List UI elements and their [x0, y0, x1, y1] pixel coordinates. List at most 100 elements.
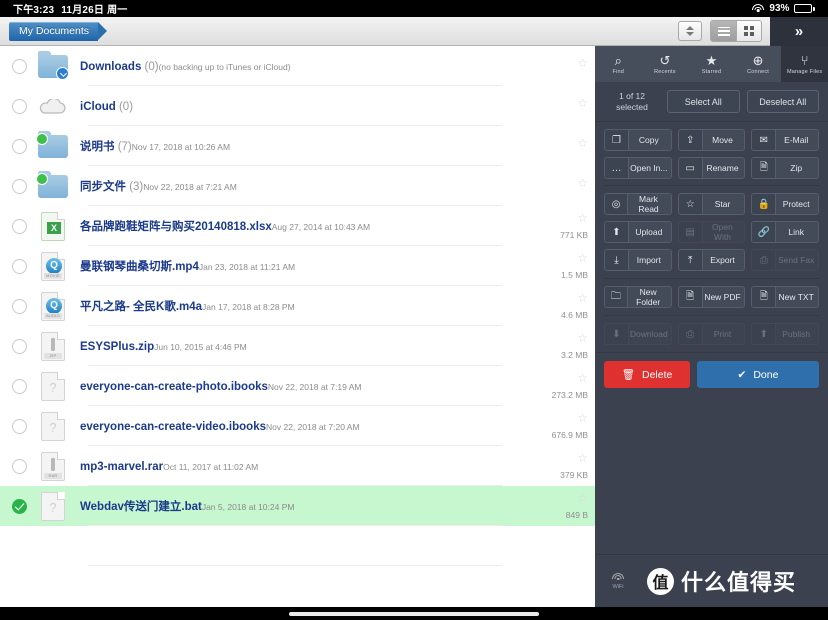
print-button: ⎙ Print	[677, 323, 746, 345]
table-row[interactable]: 说明书 (7)Nov 17, 2018 at 10:26 AM ☆	[0, 126, 595, 166]
status-bar-left: 下午3:23 11月26日 周一	[13, 1, 128, 16]
publish-button: ⬆ Publish	[751, 323, 820, 345]
tab-label: Find	[612, 68, 625, 75]
row-checkbox[interactable]	[12, 178, 27, 194]
table-row[interactable]: 同步文件 (3)Nov 22, 2018 at 7:21 AM ☆	[0, 166, 595, 206]
link-button[interactable]: 🔗 Link	[751, 221, 820, 243]
row-checkbox[interactable]	[12, 338, 27, 354]
table-row[interactable]: Downloads (0)(no backing up to iTunes or…	[0, 46, 595, 86]
table-row[interactable]: ? everyone-can-create-photo.ibooksNov 22,…	[0, 366, 595, 406]
rar-icon: RAR	[41, 452, 65, 481]
action-row: ⬆ Upload ▤ Open With 🔗 Link	[604, 221, 820, 243]
file-icon	[36, 89, 70, 123]
zip-icon: 🗎	[752, 158, 777, 178]
file-icon: ?	[36, 489, 70, 523]
star-icon[interactable]: ☆	[577, 97, 588, 109]
row-checkbox[interactable]	[12, 58, 27, 74]
table-row[interactable]: iCloud (0) ☆	[0, 86, 595, 126]
star-icon[interactable]: ☆	[577, 372, 588, 384]
list-view-icon[interactable]	[711, 21, 736, 41]
mail-icon: ✉	[752, 130, 777, 150]
tab-recents[interactable]: ↺ Recents	[642, 46, 689, 82]
trash-icon: 🗑	[621, 369, 635, 381]
star-icon[interactable]: ☆	[577, 412, 588, 424]
panel-tab-bar[interactable]: ⌕ Find ↺ Recents ★ Starred ⊕ Connect ⑂ Manage Fil…	[595, 46, 828, 82]
wifi-status[interactable]: WiFi	[595, 572, 641, 590]
tab-starred[interactable]: ★ Starred	[688, 46, 735, 82]
download-icon: ⬇	[605, 324, 629, 344]
sort-stepper-icon[interactable]	[678, 21, 702, 41]
new-txt-button[interactable]: 🗎 New TXT	[751, 286, 820, 308]
table-row[interactable]: ? everyone-can-create-video.ibooksNov 22,…	[0, 406, 595, 446]
table-row[interactable]: RAR mp3-marvel.rarOct 11, 2017 at 11:02 A…	[0, 446, 595, 486]
star-icon[interactable]: ☆	[577, 212, 588, 224]
row-checkbox[interactable]	[12, 458, 27, 474]
top-toolbar: My Documents »	[0, 16, 828, 46]
action-label: Copy	[638, 135, 659, 145]
row-checkbox[interactable]	[12, 98, 27, 114]
protect-button[interactable]: 🔒 Protect	[751, 193, 820, 215]
mark-read-button[interactable]: ◎ Mark Read	[604, 193, 672, 215]
star-icon[interactable]: ☆	[577, 137, 588, 149]
cloud-icon	[38, 99, 66, 114]
import-button[interactable]: ⤓ Import	[604, 249, 672, 271]
select-all-button[interactable]: Select All	[667, 90, 740, 113]
zip-button[interactable]: 🗎 Zip	[751, 157, 820, 179]
star-button[interactable]: ☆ Star	[677, 193, 746, 215]
upload-button[interactable]: ⬆ Upload	[604, 221, 672, 243]
table-row[interactable]: MOVIE 曼联钢琴曲桑切斯.mp4Jan 23, 2018 at 11:21 A…	[0, 246, 595, 286]
star-icon[interactable]: ☆	[577, 252, 588, 264]
file-icon	[36, 49, 70, 83]
table-row[interactable]: ZIP ESYSPlus.zipJun 10, 2015 at 4:46 PM ☆ 3…	[0, 326, 595, 366]
action-group: ❐ Copy ⇪ Move ✉ E-Mail … Open In... ▭ Rename 🗎 Zip	[604, 129, 820, 179]
link-icon: 🔗	[752, 222, 777, 242]
tools-icon: ⑂	[800, 52, 809, 68]
delete-button[interactable]: 🗑 Delete	[604, 361, 690, 388]
row-checkbox[interactable]	[12, 298, 27, 314]
file-subtitle: Jun 10, 2015 at 4:46 PM	[154, 342, 247, 352]
table-row[interactable]: ? Webdav传送门建立.batJan 5, 2018 at 10:24 PM ☆…	[0, 486, 595, 526]
top-toolbar-right: »	[678, 16, 828, 46]
grid-view-icon[interactable]	[736, 21, 761, 41]
file-text: ESYSPlus.zipJun 10, 2015 at 4:46 PM	[80, 337, 503, 355]
star-icon[interactable]: ☆	[577, 332, 588, 344]
star-icon[interactable]: ☆	[577, 57, 588, 69]
file-list[interactable]: Downloads (0)(no backing up to iTunes or…	[0, 46, 595, 607]
file-name: 曼联钢琴曲桑切斯.mp4	[80, 261, 199, 273]
view-mode-segmented-control[interactable]	[710, 20, 762, 42]
e-mail-button[interactable]: ✉ E-Mail	[751, 129, 820, 151]
table-row[interactable]: 各品牌跑鞋矩阵与购买20140818.xlsxAug 27, 2014 at 1…	[0, 206, 595, 246]
move-button[interactable]: ⇪ Move	[677, 129, 746, 151]
export-button[interactable]: ⤒ Export	[677, 249, 746, 271]
breadcrumb-my-documents[interactable]: My Documents	[9, 21, 108, 41]
row-checkbox[interactable]	[12, 378, 27, 394]
tab-find[interactable]: ⌕ Find	[595, 46, 642, 82]
star-icon[interactable]: ☆	[577, 177, 588, 189]
new-pdf-button[interactable]: 🗎 New PDF	[677, 286, 746, 308]
new-folder-button[interactable]: 🗀 New Folder	[604, 286, 672, 308]
done-button[interactable]: ✔ Done	[697, 361, 819, 388]
status-bar-right: 93%	[752, 3, 815, 14]
open-in-button[interactable]: … Open In...	[604, 157, 672, 179]
file-subtitle: Jan 5, 2018 at 10:24 PM	[201, 502, 295, 512]
tab-connect[interactable]: ⊕ Connect	[735, 46, 782, 82]
file-text: 曼联钢琴曲桑切斯.mp4Jan 23, 2018 at 11:21 AM	[80, 257, 503, 275]
row-checkbox[interactable]	[12, 258, 27, 274]
row-right: ☆ 849 B	[503, 492, 595, 520]
file-subtitle: Nov 22, 2018 at 7:19 AM	[267, 382, 362, 392]
row-checkbox[interactable]	[12, 138, 27, 154]
copy-button[interactable]: ❐ Copy	[604, 129, 672, 151]
app-root: 下午3:23 11月26日 周一 93% My Documents » Down…	[0, 0, 828, 620]
row-checkbox[interactable]	[12, 418, 27, 434]
table-row[interactable]: AUDIO 平凡之路- 全民K歌.m4aJan 17, 2018 at 8:28 …	[0, 286, 595, 326]
row-checkbox[interactable]	[12, 498, 27, 514]
rename-button[interactable]: ▭ Rename	[677, 157, 746, 179]
deselect-all-button[interactable]: Deselect All	[746, 90, 819, 113]
tab-manage-files[interactable]: ⑂ Manage Files	[781, 46, 828, 82]
star-icon[interactable]: ☆	[577, 292, 588, 304]
row-checkbox[interactable]	[12, 218, 27, 234]
star-icon[interactable]: ☆	[577, 492, 588, 504]
star-icon[interactable]: ☆	[577, 452, 588, 464]
expand-panel-button[interactable]: »	[770, 16, 828, 46]
action-label: Star	[714, 199, 731, 209]
